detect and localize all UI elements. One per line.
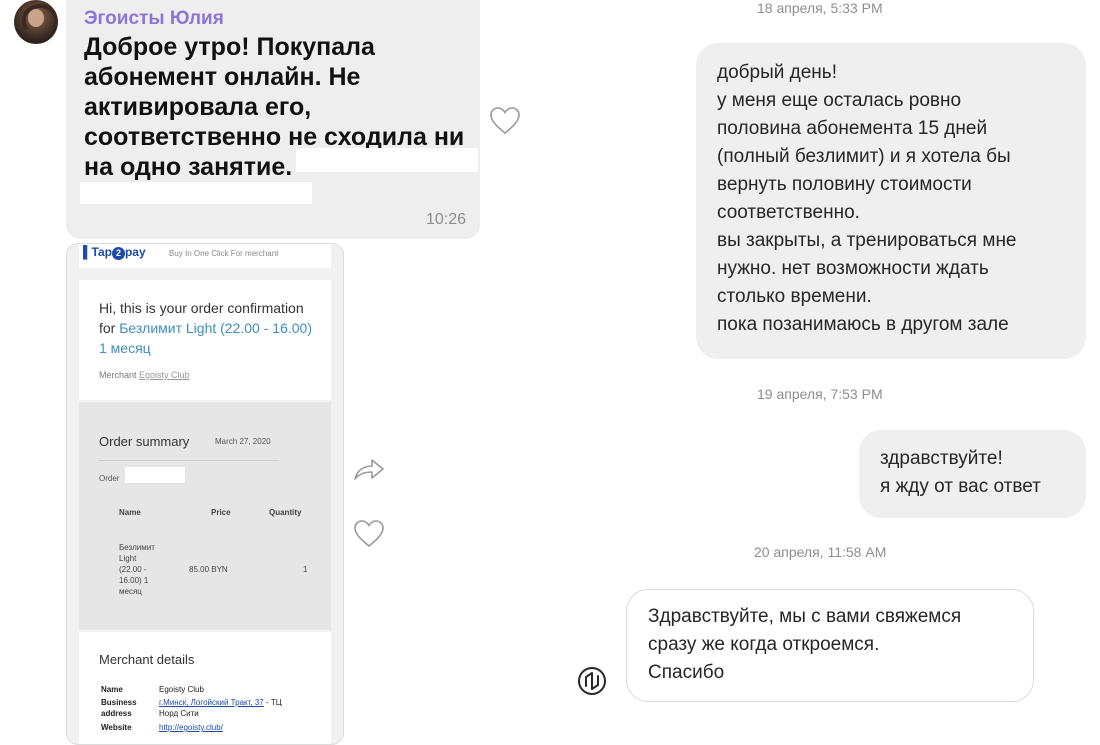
receipt-header: ▌Tap 2 pay Buy In One Click For merchant — [79, 244, 331, 268]
confirmation-card: Hi, this is your order confirmation for … — [79, 280, 331, 400]
order-date: March 27, 2020 — [215, 437, 271, 446]
logo-number: 2 — [111, 247, 125, 260]
merchant-link[interactable]: Egoisty Club — [139, 370, 190, 380]
incoming-message-bubble: Эгоисты Юлия Доброе утро! Покупала абоне… — [66, 0, 480, 239]
merchant-details: Merchant details Name Egoisty Club Busin… — [79, 632, 331, 744]
timestamp: 20 апреля, 11:58 AM — [754, 544, 887, 560]
sent-message-bubble: добрый день! у меня еще осталась ровно п… — [696, 43, 1086, 359]
details-website-value: http://egoisty.club/ — [159, 722, 223, 733]
logo-text: pay — [124, 245, 146, 259]
merchant-label: Merchant — [99, 370, 137, 380]
avatar-face — [28, 9, 44, 27]
details-name-label: Name — [101, 685, 123, 694]
share-icon[interactable] — [353, 457, 385, 483]
divider — [99, 460, 279, 461]
redacted-block — [125, 467, 185, 483]
details-address-value: г.Минск, Логойский Тракт, 37 - ТЦ Норд С… — [159, 697, 282, 719]
heart-icon[interactable] — [489, 106, 521, 136]
tap2pay-logo: ▌Tap 2 pay — [83, 245, 146, 260]
timestamp: 19 апреля, 7:53 PM — [757, 386, 883, 402]
avatar[interactable] — [14, 0, 58, 44]
heart-icon[interactable] — [353, 519, 385, 549]
sender-name[interactable]: Эгоисты Юлия — [84, 8, 224, 30]
redacted-block — [296, 148, 478, 172]
item-quantity: 1 — [303, 565, 308, 574]
details-name-value: Egoisty Club — [159, 685, 204, 694]
redacted-block — [80, 182, 312, 204]
merchant-details-title: Merchant details — [99, 652, 195, 667]
sent-message-bubble: здравствуйте! я жду от вас ответ — [859, 430, 1086, 518]
details-website-label: Website — [101, 723, 132, 732]
timestamp: 18 апреля, 5:33 PM — [757, 0, 883, 16]
received-message-text: Здравствуйте, мы с вами свяжемся сразу ж… — [648, 606, 962, 683]
col-name: Name — [119, 508, 141, 517]
receipt-image[interactable]: ▌Tap 2 pay Buy In One Click For merchant H… — [66, 243, 344, 745]
col-price: Price — [211, 508, 231, 517]
details-address-label: Business address — [101, 698, 137, 718]
address-link[interactable]: г.Минск, Логойский Тракт, 37 — [159, 698, 264, 707]
received-message-bubble: Здравствуйте, мы с вами свяжемся сразу ж… — [626, 589, 1034, 702]
product-link[interactable]: Безлимит Light (22.00 - 16.00) 1 месяц — [99, 320, 312, 356]
order-summary: Order summary March 27, 2020 Order Name … — [79, 402, 331, 630]
logo-text: Tap — [91, 245, 112, 259]
item-name: Безлимит Light (22.00 - 16.00) 1 месяц — [119, 543, 155, 596]
message-time: 10:26 — [425, 211, 466, 228]
confirmation-text: Hi, this is your order confirmation for … — [99, 298, 319, 358]
col-quantity: Quantity — [269, 508, 302, 517]
website-link[interactable]: http://egoisty.club/ — [159, 723, 223, 732]
sent-message-text: добрый день! у меня еще осталась ровно п… — [717, 62, 1017, 335]
receipt-tagline: Buy In One Click For merchant — [169, 249, 279, 258]
order-label: Order — [99, 474, 120, 483]
verified-badge-icon[interactable] — [576, 665, 608, 697]
merchant-line: Merchant Egoisty Club — [99, 370, 190, 380]
sent-message-text: здравствуйте! я жду от вас ответ — [880, 448, 1041, 497]
order-summary-title: Order summary — [99, 434, 190, 449]
item-price: 85.00 BYN — [189, 565, 228, 574]
